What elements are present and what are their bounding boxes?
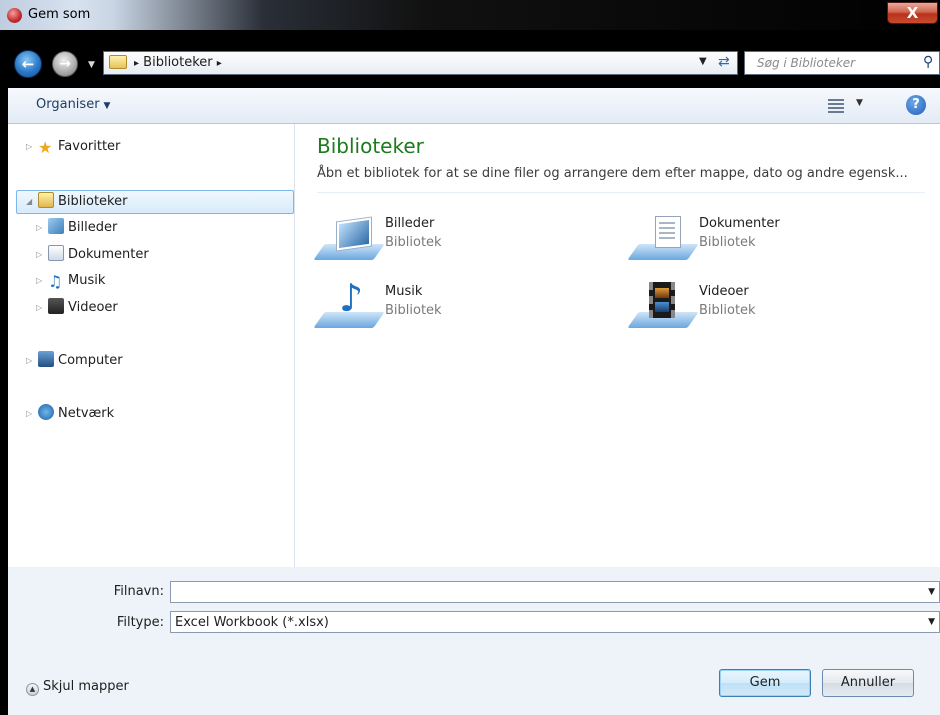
library-name: Dokumenter bbox=[699, 216, 780, 231]
filetype-value: Excel Workbook (*.xlsx) bbox=[175, 615, 329, 630]
window-title: Gem som bbox=[28, 7, 91, 22]
tree-item-label: Videoer bbox=[68, 300, 118, 315]
tree-item-documents[interactable]: ▷ Dokumenter bbox=[36, 244, 149, 266]
library-tile-pictures[interactable]: Billeder Bibliotek bbox=[313, 212, 619, 268]
library-tile-documents[interactable]: Dokumenter Bibliotek bbox=[627, 212, 933, 268]
pictures-icon bbox=[48, 218, 64, 234]
collapse-icon[interactable]: ◢ bbox=[26, 191, 36, 213]
library-name: Musik bbox=[385, 284, 423, 299]
music-library-icon: ♪ bbox=[313, 278, 385, 332]
library-type: Bibliotek bbox=[699, 303, 756, 318]
navigation-bar: ← → ▼ ▸ Biblioteker ▸ ▼ ⇄ Søg i Bibliote… bbox=[0, 30, 940, 80]
expand-icon[interactable]: ▷ bbox=[36, 217, 46, 239]
tree-item-pictures[interactable]: ▷ Billeder bbox=[36, 217, 117, 239]
library-type: Bibliotek bbox=[385, 303, 442, 318]
search-input[interactable]: Søg i Biblioteker bbox=[757, 56, 855, 70]
hide-folders-label: Skjul mapper bbox=[43, 679, 129, 694]
breadcrumb-libraries[interactable]: Biblioteker bbox=[143, 55, 212, 70]
filetype-select[interactable]: Excel Workbook (*.xlsx) ▼ bbox=[170, 611, 940, 633]
app-icon bbox=[7, 8, 22, 23]
address-dropdown-icon[interactable]: ▼ bbox=[699, 56, 707, 67]
tree-item-favorites[interactable]: ▷ ★ Favoritter bbox=[26, 136, 120, 158]
videos-library-icon bbox=[627, 282, 699, 332]
address-bar[interactable]: ▸ Biblioteker ▸ ▼ ⇄ bbox=[103, 51, 738, 75]
filename-field[interactable]: ▼ bbox=[170, 581, 940, 603]
page-subtitle: Åbn et bibliotek for at se dine filer og… bbox=[317, 166, 908, 181]
save-options-panel: Filnavn: ▼ Filtype: Excel Workbook (*.xl… bbox=[8, 567, 940, 715]
content-pane: Biblioteker Åbn et bibliotek for at se d… bbox=[295, 124, 940, 567]
forward-button[interactable]: → bbox=[52, 51, 78, 77]
tree-item-libraries[interactable]: ◢ Biblioteker bbox=[26, 191, 127, 213]
filename-label: Filnavn: bbox=[113, 584, 164, 599]
back-button[interactable]: ← bbox=[14, 50, 42, 78]
filetype-label: Filtype: bbox=[116, 615, 164, 630]
tree-item-computer[interactable]: ▷ Computer bbox=[26, 350, 123, 372]
tree-item-network[interactable]: ▷ Netværk bbox=[26, 403, 114, 425]
library-type: Bibliotek bbox=[699, 235, 756, 250]
library-tile-videos[interactable]: Videoer Bibliotek bbox=[627, 280, 933, 336]
tree-item-label: Computer bbox=[58, 353, 123, 368]
close-button[interactable]: X bbox=[887, 2, 938, 24]
refresh-icon[interactable]: ⇄ bbox=[718, 54, 730, 70]
breadcrumb[interactable]: ▸ Biblioteker ▸ bbox=[134, 55, 222, 70]
view-options-chevron-icon[interactable]: ▼ bbox=[856, 98, 863, 108]
search-icon[interactable]: ⚲ bbox=[923, 54, 933, 70]
tree-item-label: Dokumenter bbox=[68, 247, 149, 262]
organise-button[interactable]: Organiser ▼ bbox=[36, 97, 110, 112]
view-options-icon[interactable] bbox=[828, 97, 844, 113]
command-bar: Organiser ▼ ▼ ? bbox=[8, 88, 940, 124]
chevron-down-icon[interactable]: ▼ bbox=[928, 587, 935, 597]
chevron-up-icon: ▲ bbox=[26, 683, 39, 696]
expand-icon[interactable]: ▷ bbox=[26, 350, 36, 372]
recent-pages-chevron-icon[interactable]: ▼ bbox=[88, 60, 95, 70]
tree-item-music[interactable]: ▷ ♫ Musik bbox=[36, 270, 105, 292]
pictures-library-icon bbox=[313, 216, 385, 264]
computer-icon bbox=[38, 351, 54, 367]
search-box[interactable]: Søg i Biblioteker ⚲ bbox=[744, 51, 940, 75]
tree-item-videos[interactable]: ▷ Videoer bbox=[36, 297, 118, 319]
tree-item-label: Netværk bbox=[58, 406, 115, 421]
documents-library-icon bbox=[627, 216, 699, 264]
star-icon: ★ bbox=[38, 138, 53, 157]
save-as-dialog: Gem som X ← → ▼ ▸ Biblioteker ▸ ▼ ⇄ Søg … bbox=[0, 0, 940, 715]
hide-folders-button[interactable]: ▲ Skjul mapper bbox=[26, 679, 129, 696]
library-type: Bibliotek bbox=[385, 235, 442, 250]
libraries-folder-icon bbox=[109, 55, 127, 69]
tree-item-label: Biblioteker bbox=[58, 194, 128, 209]
cancel-button[interactable]: Annuller bbox=[822, 669, 914, 697]
save-button[interactable]: Gem bbox=[719, 669, 811, 697]
navigation-pane: ▷ ★ Favoritter ◢ Biblioteker ▷ Billeder ▷ Dok… bbox=[8, 124, 295, 567]
network-icon bbox=[38, 404, 54, 420]
divider bbox=[317, 192, 925, 193]
chevron-down-icon[interactable]: ▼ bbox=[928, 617, 935, 627]
expand-icon[interactable]: ▷ bbox=[26, 136, 36, 158]
libraries-icon bbox=[38, 192, 54, 208]
videos-icon bbox=[48, 298, 64, 314]
expand-icon[interactable]: ▷ bbox=[36, 270, 46, 292]
page-title: Biblioteker bbox=[317, 134, 424, 158]
breadcrumb-arrow-icon[interactable]: ▸ bbox=[217, 58, 222, 69]
close-icon: X bbox=[906, 4, 919, 22]
tree-item-label: Billeder bbox=[68, 220, 118, 235]
library-name: Billeder bbox=[385, 216, 435, 231]
organise-label: Organiser bbox=[36, 97, 100, 112]
help-icon[interactable]: ? bbox=[906, 95, 926, 115]
tree-item-label: Musik bbox=[68, 273, 106, 288]
expand-icon[interactable]: ▷ bbox=[26, 403, 36, 425]
expand-icon[interactable]: ▷ bbox=[36, 297, 46, 319]
library-tile-music[interactable]: ♪ Musik Bibliotek bbox=[313, 278, 619, 336]
documents-icon bbox=[48, 245, 64, 261]
expand-icon[interactable]: ▷ bbox=[36, 244, 46, 266]
main-area: ▷ ★ Favoritter ◢ Biblioteker ▷ Billeder ▷ Dok… bbox=[8, 124, 940, 567]
music-icon: ♫ bbox=[48, 272, 63, 291]
chevron-down-icon: ▼ bbox=[103, 101, 111, 111]
library-name: Videoer bbox=[699, 284, 749, 299]
breadcrumb-arrow-icon: ▸ bbox=[134, 58, 140, 69]
title-bar: Gem som X bbox=[0, 0, 940, 30]
tree-item-label: Favoritter bbox=[58, 139, 121, 154]
